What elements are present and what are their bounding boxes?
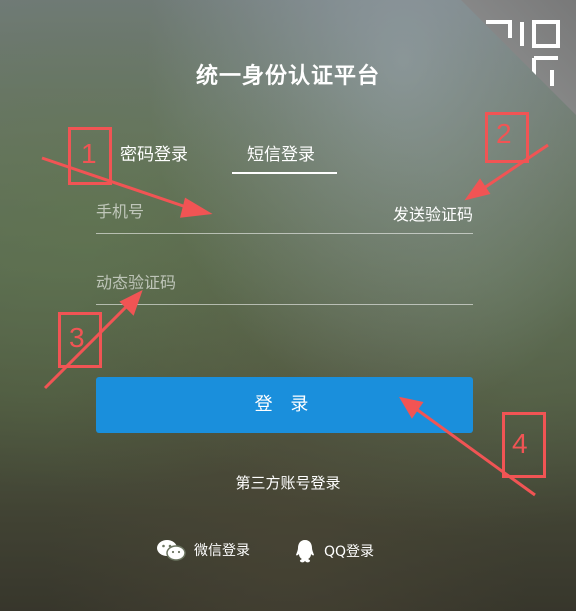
annotation-number-3: 3 — [69, 322, 85, 353]
annotation-number-2: 2 — [496, 118, 512, 149]
annotation-number-1: 1 — [81, 138, 97, 169]
annotation-number-4: 4 — [512, 428, 528, 459]
annotation-arrows — [41, 143, 549, 497]
